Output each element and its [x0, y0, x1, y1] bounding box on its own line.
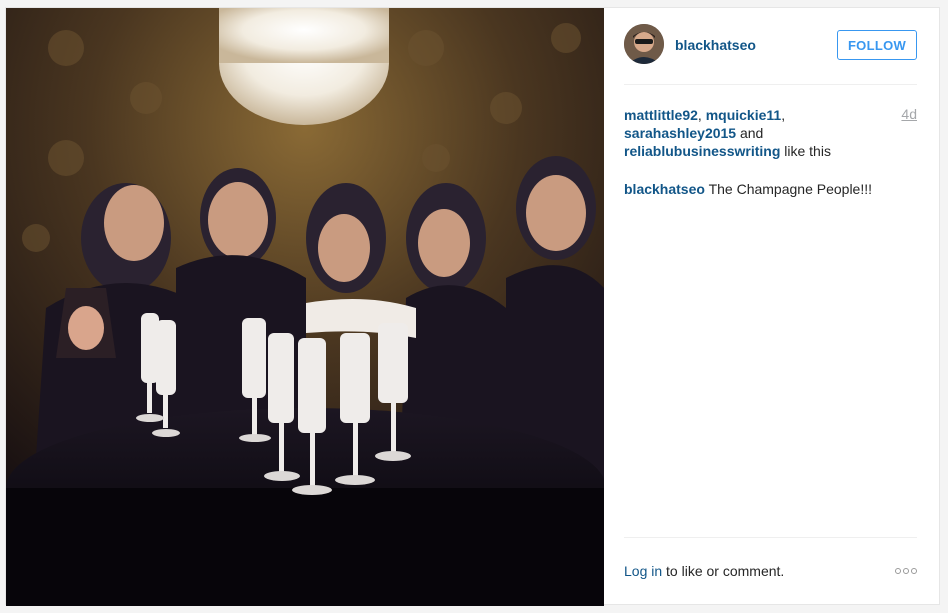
- author-username-link[interactable]: blackhatseo: [675, 37, 756, 53]
- caption-username-link[interactable]: blackhatseo: [624, 181, 705, 197]
- likes-separator: ,: [781, 107, 786, 123]
- post-photo[interactable]: [6, 8, 604, 606]
- photo-scene: [6, 8, 604, 606]
- ellipsis-dot: [903, 568, 909, 574]
- ellipsis-dot: [911, 568, 917, 574]
- caption-text: The Champagne People!!!: [704, 181, 873, 197]
- liker-link[interactable]: mattlittle92: [624, 107, 698, 123]
- likes-separator: ,: [697, 107, 706, 123]
- footer-divider: [624, 537, 917, 538]
- login-link[interactable]: Log in: [624, 563, 662, 579]
- post-sidebar: blackhatseo FOLLOW mattlittle92, mquicki…: [604, 8, 941, 606]
- liker-link[interactable]: mquickie11: [706, 107, 782, 123]
- follow-button[interactable]: FOLLOW: [837, 30, 917, 60]
- likes-separator: and: [736, 125, 764, 141]
- liker-link[interactable]: reliablubusinesswriting: [624, 143, 780, 159]
- post-caption: blackhatseo The Champagne People!!!: [624, 180, 917, 198]
- post-footer: Log in to like or comment.: [624, 563, 917, 579]
- ellipsis-dot: [895, 568, 901, 574]
- likes-summary: mattlittle92, mquickie11, sarahashley201…: [624, 106, 884, 160]
- liker-link[interactable]: sarahashley2015: [624, 125, 736, 141]
- post-age-link[interactable]: 4d: [901, 106, 917, 122]
- login-prompt-text: to like or comment.: [662, 563, 785, 579]
- avatar-icon: [624, 24, 664, 64]
- ellipsis-icon[interactable]: [895, 566, 917, 576]
- header-divider: [624, 84, 917, 85]
- post-header: blackhatseo FOLLOW: [624, 24, 917, 69]
- likes-suffix: like this: [780, 143, 831, 159]
- post-card: blackhatseo FOLLOW mattlittle92, mquicki…: [5, 7, 941, 606]
- profile-avatar[interactable]: [624, 24, 664, 64]
